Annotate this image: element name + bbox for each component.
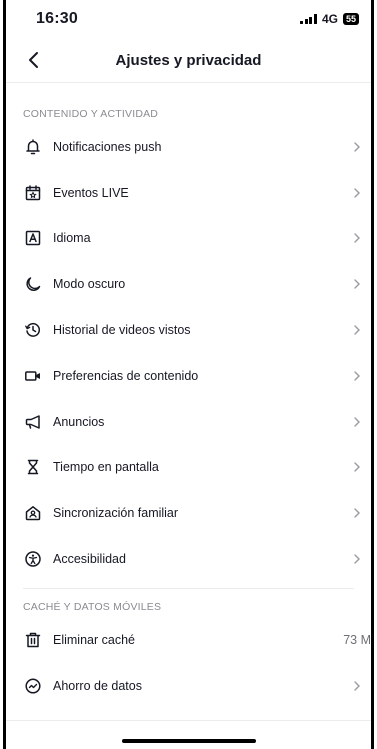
header: Ajustes y privacidad <box>6 38 371 83</box>
hourglass-icon <box>23 457 43 477</box>
settings-item-language[interactable]: Idioma <box>6 216 371 262</box>
section-title-cache-data: CACHÉ Y DATOS MÓVILES <box>23 600 162 613</box>
signal-icon <box>300 14 317 24</box>
megaphone-icon <box>23 412 43 432</box>
chevron-right-icon <box>349 139 365 155</box>
chevron-right-icon <box>349 678 365 694</box>
settings-item-label: Sincronización familiar <box>53 506 179 521</box>
settings-item-ads[interactable]: Anuncios <box>6 399 371 445</box>
language-icon <box>23 228 43 248</box>
settings-item-accessibility[interactable]: Accesibilidad <box>6 536 371 582</box>
bell-icon <box>23 137 43 157</box>
network-type: 4G <box>321 12 338 26</box>
battery-icon: 55 <box>342 13 359 25</box>
status-time: 16:30 <box>36 10 78 27</box>
video-camera-icon <box>23 366 43 386</box>
cache-size-value: 73 M <box>343 632 371 647</box>
settings-item-label: Modo oscuro <box>53 277 126 292</box>
trash-icon <box>23 630 43 650</box>
settings-item-content-preferences[interactable]: Preferencias de contenido <box>6 353 371 399</box>
settings-item-data-saver[interactable]: Ahorro de datos <box>6 663 371 709</box>
chevron-right-icon <box>349 505 365 521</box>
settings-item-label: Preferencias de contenido <box>53 368 199 383</box>
settings-item-screen-time[interactable]: Tiempo en pantalla <box>6 445 371 491</box>
status-bar: 16:30 4G 55 <box>6 0 371 38</box>
home-indicator[interactable] <box>121 739 256 743</box>
chevron-right-icon <box>349 551 365 567</box>
chevron-right-icon <box>349 459 365 475</box>
settings-item-watch-history[interactable]: Historial de videos vistos <box>6 307 371 353</box>
section-title-content-activity: CONTENIDO Y ACTIVIDAD <box>23 108 159 120</box>
settings-item-label: Historial de videos vistos <box>53 323 191 338</box>
settings-item-label: Accesibilidad <box>53 552 126 567</box>
chevron-right-icon <box>349 368 365 384</box>
accessibility-icon <box>23 549 43 569</box>
status-indicators: 4G 55 <box>300 12 359 26</box>
moon-icon <box>23 274 43 294</box>
settings-item-clear-cache[interactable]: Eliminar caché 73 M <box>6 617 371 663</box>
back-button[interactable] <box>20 46 48 74</box>
bottom-divider <box>6 720 371 721</box>
settings-item-label: Anuncios <box>53 414 105 429</box>
settings-item-label: Notificaciones push <box>53 139 162 154</box>
section-divider <box>23 587 354 589</box>
settings-item-label: Eliminar caché <box>53 632 135 647</box>
chevron-right-icon <box>349 276 365 292</box>
settings-item-label: Eventos LIVE <box>53 185 129 200</box>
history-icon <box>23 320 43 340</box>
data-saver-icon <box>23 676 43 696</box>
settings-item-live-events[interactable]: Eventos LIVE <box>6 170 371 216</box>
settings-item-push-notifications[interactable]: Notificaciones push <box>6 124 371 170</box>
chevron-right-icon <box>349 230 365 246</box>
page-title: Ajustes y privacidad <box>115 51 262 69</box>
screen: 16:30 4G 55 Ajustes y privacidad CONTENI… <box>3 0 374 749</box>
chevron-left-icon <box>29 52 38 68</box>
chevron-right-icon <box>349 414 365 430</box>
chevron-right-icon <box>349 322 365 338</box>
family-home-icon <box>23 503 43 523</box>
settings-item-label: Tiempo en pantalla <box>53 460 159 475</box>
settings-item-dark-mode[interactable]: Modo oscuro <box>6 261 371 307</box>
settings-item-label: Idioma <box>53 231 91 246</box>
settings-item-family-pairing[interactable]: Sincronización familiar <box>6 490 371 536</box>
calendar-star-icon <box>23 183 43 203</box>
settings-item-label: Ahorro de datos <box>53 678 142 693</box>
chevron-right-icon <box>349 185 365 201</box>
